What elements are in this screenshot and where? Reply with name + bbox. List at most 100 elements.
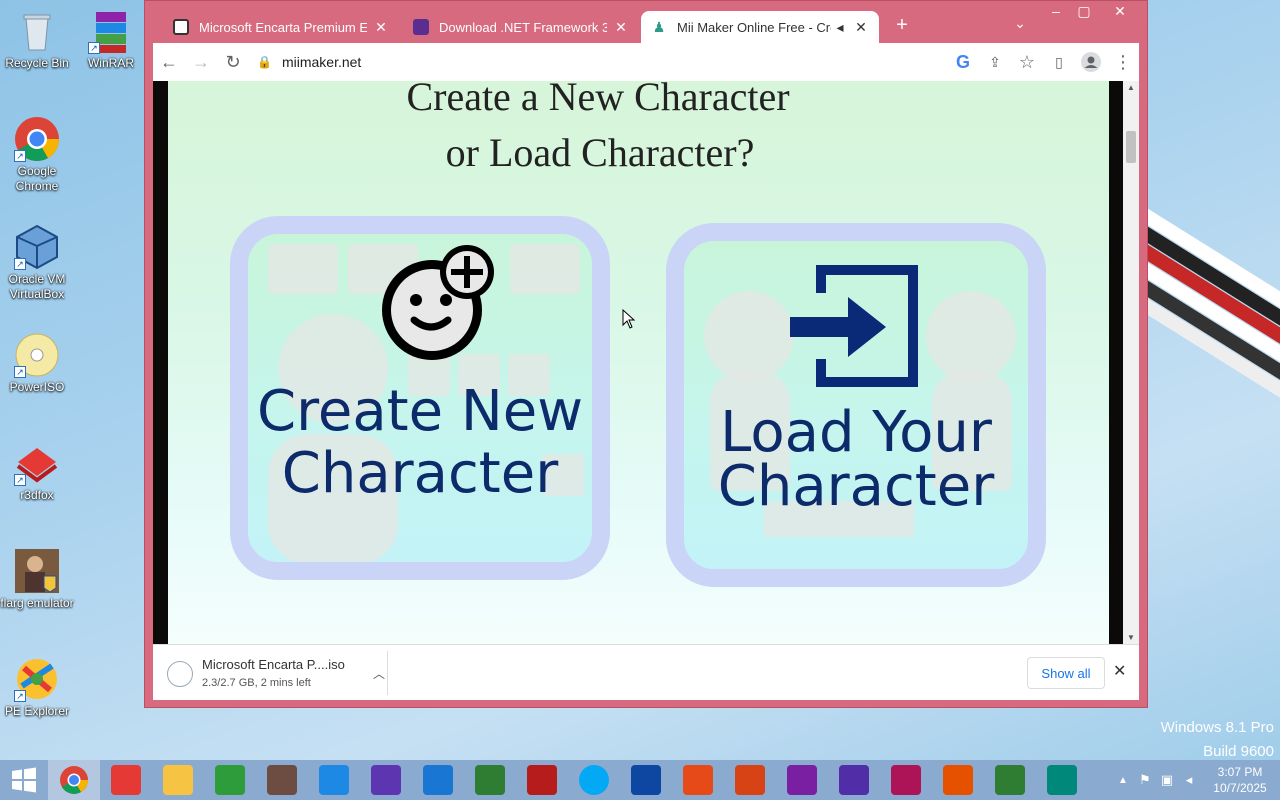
start-button[interactable] [0, 760, 48, 800]
taskbar-store[interactable] [204, 760, 256, 800]
desktop-icon-poweriso[interactable]: ↗ PowerISO [0, 332, 74, 395]
taskbar-clock[interactable]: 3:07 PM 10/7/2025 [1200, 764, 1280, 796]
side-panel-icon[interactable]: ▯ [1043, 46, 1075, 78]
disc-icon: ↗ [14, 332, 60, 378]
wallpaper-stripes [1140, 180, 1280, 410]
taskbar-onenote[interactable] [776, 760, 828, 800]
taskbar-chrome[interactable] [48, 760, 100, 800]
bookmark-star-icon[interactable]: ☆ [1011, 46, 1043, 78]
close-window-button[interactable]: ✕ [1105, 3, 1135, 20]
page-heading-line2: or Load Character? [445, 130, 755, 175]
minimize-button[interactable]: – [1041, 3, 1071, 19]
people-icon [735, 765, 765, 795]
tab-encarta[interactable]: Microsoft Encarta Premium Editi ✕ [163, 11, 399, 43]
encarta-favicon [173, 19, 189, 35]
tab-close-icon[interactable]: ✕ [373, 19, 389, 36]
taskbar-calendar[interactable] [828, 760, 880, 800]
page-viewport: Create a New Character or Load Character… [153, 81, 1139, 644]
dotnet-favicon [413, 19, 429, 35]
taskbar-games[interactable] [984, 760, 1036, 800]
desktop-icon-winrar[interactable]: ↗ WinRAR [74, 8, 148, 71]
show-hidden-icons-chevron-icon[interactable]: ▲ [1112, 775, 1134, 786]
calendar-icon [839, 765, 869, 795]
taskbar-trophy[interactable] [360, 760, 412, 800]
taskbar-mail[interactable] [412, 760, 464, 800]
disc-file-icon [167, 661, 193, 687]
taskbar-weather[interactable] [308, 760, 360, 800]
ghost-head [926, 291, 1016, 381]
tab-dotnet[interactable]: Download .NET Framework 3.5 SP ✕ [403, 11, 639, 43]
google-lens-icon[interactable]: G [947, 46, 979, 78]
taskbar-food[interactable] [1036, 760, 1088, 800]
new-tab-button[interactable]: + [887, 14, 917, 37]
camera-icon [891, 765, 921, 795]
download-item[interactable]: Microsoft Encarta P....iso 2.3/2.7 GB, 2… [167, 655, 387, 691]
maximize-button[interactable]: ▢ [1069, 3, 1099, 20]
tab-title: Download .NET Framework 3.5 SP [439, 19, 607, 35]
recycle-bin-icon [14, 8, 60, 54]
scroll-up-icon[interactable]: ▲ [1123, 83, 1139, 92]
desktop-icon-flarg-emulator[interactable]: flarg emulator [0, 548, 74, 611]
desktop-icon-label: flarg emulator [0, 596, 74, 610]
taskbar-skype[interactable] [568, 760, 620, 800]
create-new-character-button[interactable]: Create New Character [230, 216, 610, 580]
network-icon[interactable]: ▣ [1156, 772, 1178, 788]
desktop-icon-pe-explorer[interactable]: ↗ PE Explorer [0, 656, 74, 719]
volume-muted-icon[interactable]: ◂ [1178, 772, 1200, 788]
show-all-button[interactable]: Show all [1027, 657, 1105, 689]
add-face-icon [374, 242, 500, 371]
divider [387, 651, 388, 695]
load-your-character-button[interactable]: Load Your Character [666, 223, 1046, 587]
taskbar-help[interactable] [672, 760, 724, 800]
back-button[interactable]: ← [153, 46, 185, 78]
tab-search-chevron-icon[interactable]: ⌄ [1005, 15, 1035, 32]
desktop-icon-recycle-bin[interactable]: Recycle Bin [0, 8, 74, 71]
speaker-icon[interactable]: ◂ [833, 19, 847, 36]
desktop-icon-r3dfox[interactable]: ↗ r3dfox [0, 440, 74, 503]
chevron-up-icon[interactable]: ︿ [373, 665, 385, 682]
forward-button[interactable]: → [185, 46, 217, 78]
desktop-icon-chrome[interactable]: ↗ Google Chrome [0, 116, 74, 194]
clock-time: 3:07 PM [1217, 765, 1263, 779]
taskbar-video[interactable] [516, 760, 568, 800]
close-icon[interactable]: ✕ [1113, 661, 1126, 681]
mii-maker-page: Create a New Character or Load Character… [168, 81, 1109, 644]
mii-maker-favicon: ♟ [651, 19, 667, 35]
ghost-tile [268, 244, 338, 294]
scrollbar-thumb[interactable] [1126, 131, 1136, 163]
download-filename: Microsoft Encarta P....iso [202, 657, 345, 672]
reload-button[interactable]: ↻ [217, 46, 249, 78]
share-icon[interactable]: ⇪ [979, 46, 1011, 78]
desktop-icon-label: PowerISO [9, 380, 65, 394]
taskbar-onedrive[interactable] [620, 760, 672, 800]
taskbar-people[interactable] [724, 760, 776, 800]
tab-close-icon[interactable]: ✕ [853, 19, 869, 36]
taskbar-music[interactable] [932, 760, 984, 800]
chrome-icon [60, 766, 88, 794]
folder-icon [163, 765, 193, 795]
desktop-icon-label: r3dfox [20, 488, 54, 502]
address-bar[interactable]: 🔒 miimaker.net [249, 47, 947, 77]
flag-icon[interactable]: ⚑ [1134, 772, 1156, 788]
video-icon [527, 765, 557, 795]
scroll-down-icon[interactable]: ▼ [1123, 633, 1139, 642]
taskbar-camera[interactable] [880, 760, 932, 800]
desktop-icons: Recycle Bin ↗ WinRAR ↗ Google Chrome ↗ O… [0, 0, 145, 760]
taskbar-flarg[interactable] [256, 760, 308, 800]
browser-toolbar: ← → ↻ 🔒 miimaker.net G ⇪ ☆ ▯ ⋮ [153, 43, 1139, 81]
taskbar-finance[interactable] [464, 760, 516, 800]
tab-mii-maker[interactable]: ♟ Mii Maker Online Free - Crea ◂ ✕ [641, 11, 879, 43]
taskbar-r3dfox[interactable] [100, 760, 152, 800]
desktop-icon-label: Oracle VM VirtualBox [8, 272, 66, 301]
desktop-icon-label: Google Chrome [15, 164, 59, 193]
desktop-icon-virtualbox[interactable]: ↗ Oracle VM VirtualBox [0, 224, 74, 302]
url-text: miimaker.net [281, 54, 362, 70]
desktop-icon-label: PE Explorer [4, 704, 70, 718]
profile-avatar-icon[interactable] [1075, 46, 1107, 78]
taskbar: ▲ ⚑ ▣ ◂ 3:07 PM 10/7/2025 [0, 760, 1280, 800]
download-shelf: Microsoft Encarta P....iso 2.3/2.7 GB, 2… [153, 644, 1139, 700]
taskbar-file-explorer[interactable] [152, 760, 204, 800]
page-scrollbar[interactable]: ▲ ▼ [1123, 81, 1139, 644]
menu-kebab-icon[interactable]: ⋮ [1107, 46, 1139, 78]
tab-close-icon[interactable]: ✕ [613, 19, 629, 36]
